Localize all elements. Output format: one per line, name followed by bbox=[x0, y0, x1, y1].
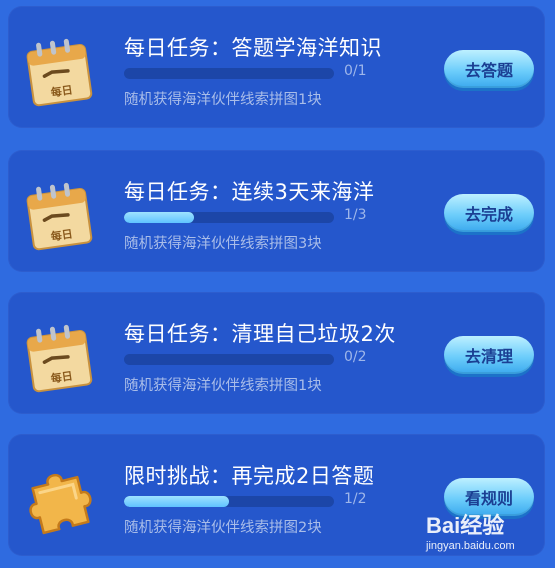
progress-fill bbox=[124, 212, 194, 223]
daily-calendar-icon: 每日 bbox=[22, 178, 98, 252]
task-reward: 随机获得海洋伙伴线索拼图1块 bbox=[124, 378, 322, 394]
progress-bar bbox=[124, 496, 334, 507]
task-title: 每日任务：答题学海洋知识 bbox=[124, 36, 382, 60]
progress-text: 0/1 bbox=[344, 63, 367, 79]
go-answer-button[interactable]: 去答题 bbox=[444, 50, 534, 88]
task-title: 每日任务：清理自己垃圾2次 bbox=[124, 322, 396, 346]
daily-calendar-icon: 每日 bbox=[22, 34, 98, 108]
task-card-challenge: 限时挑战：再完成2日答题 1/2 随机获得海洋伙伴线索拼图2块 看规则 bbox=[8, 434, 545, 556]
progress-bar bbox=[124, 68, 334, 79]
task-reward: 随机获得海洋伙伴线索拼图2块 bbox=[124, 520, 322, 536]
progress-bar bbox=[124, 212, 334, 223]
progress-fill bbox=[124, 496, 229, 507]
view-rules-button[interactable]: 看规则 bbox=[444, 478, 534, 516]
task-list: 每日 每日任务：答题学海洋知识 0/1 随机获得海洋伙伴线索拼图1块 去答题 每… bbox=[0, 0, 555, 568]
progress-text: 1/3 bbox=[344, 207, 367, 223]
daily-calendar-icon: 每日 bbox=[22, 320, 98, 394]
progress-text: 0/2 bbox=[344, 349, 367, 365]
task-card-cleanup: 每日 每日任务：清理自己垃圾2次 0/2 随机获得海洋伙伴线索拼图1块 去清理 bbox=[8, 292, 545, 414]
task-reward: 随机获得海洋伙伴线索拼图1块 bbox=[124, 92, 322, 108]
go-clean-button[interactable]: 去清理 bbox=[444, 336, 534, 374]
task-reward: 随机获得海洋伙伴线索拼图3块 bbox=[124, 236, 322, 252]
task-card-quiz: 每日 每日任务：答题学海洋知识 0/1 随机获得海洋伙伴线索拼图1块 去答题 bbox=[8, 6, 545, 128]
task-title: 每日任务：连续3天来海洋 bbox=[124, 180, 375, 204]
puzzle-piece-icon bbox=[22, 462, 98, 536]
task-title: 限时挑战：再完成2日答题 bbox=[124, 464, 375, 488]
progress-text: 1/2 bbox=[344, 491, 367, 507]
progress-bar bbox=[124, 354, 334, 365]
task-card-streak: 每日 每日任务：连续3天来海洋 1/3 随机获得海洋伙伴线索拼图3块 去完成 bbox=[8, 150, 545, 272]
go-complete-button[interactable]: 去完成 bbox=[444, 194, 534, 232]
